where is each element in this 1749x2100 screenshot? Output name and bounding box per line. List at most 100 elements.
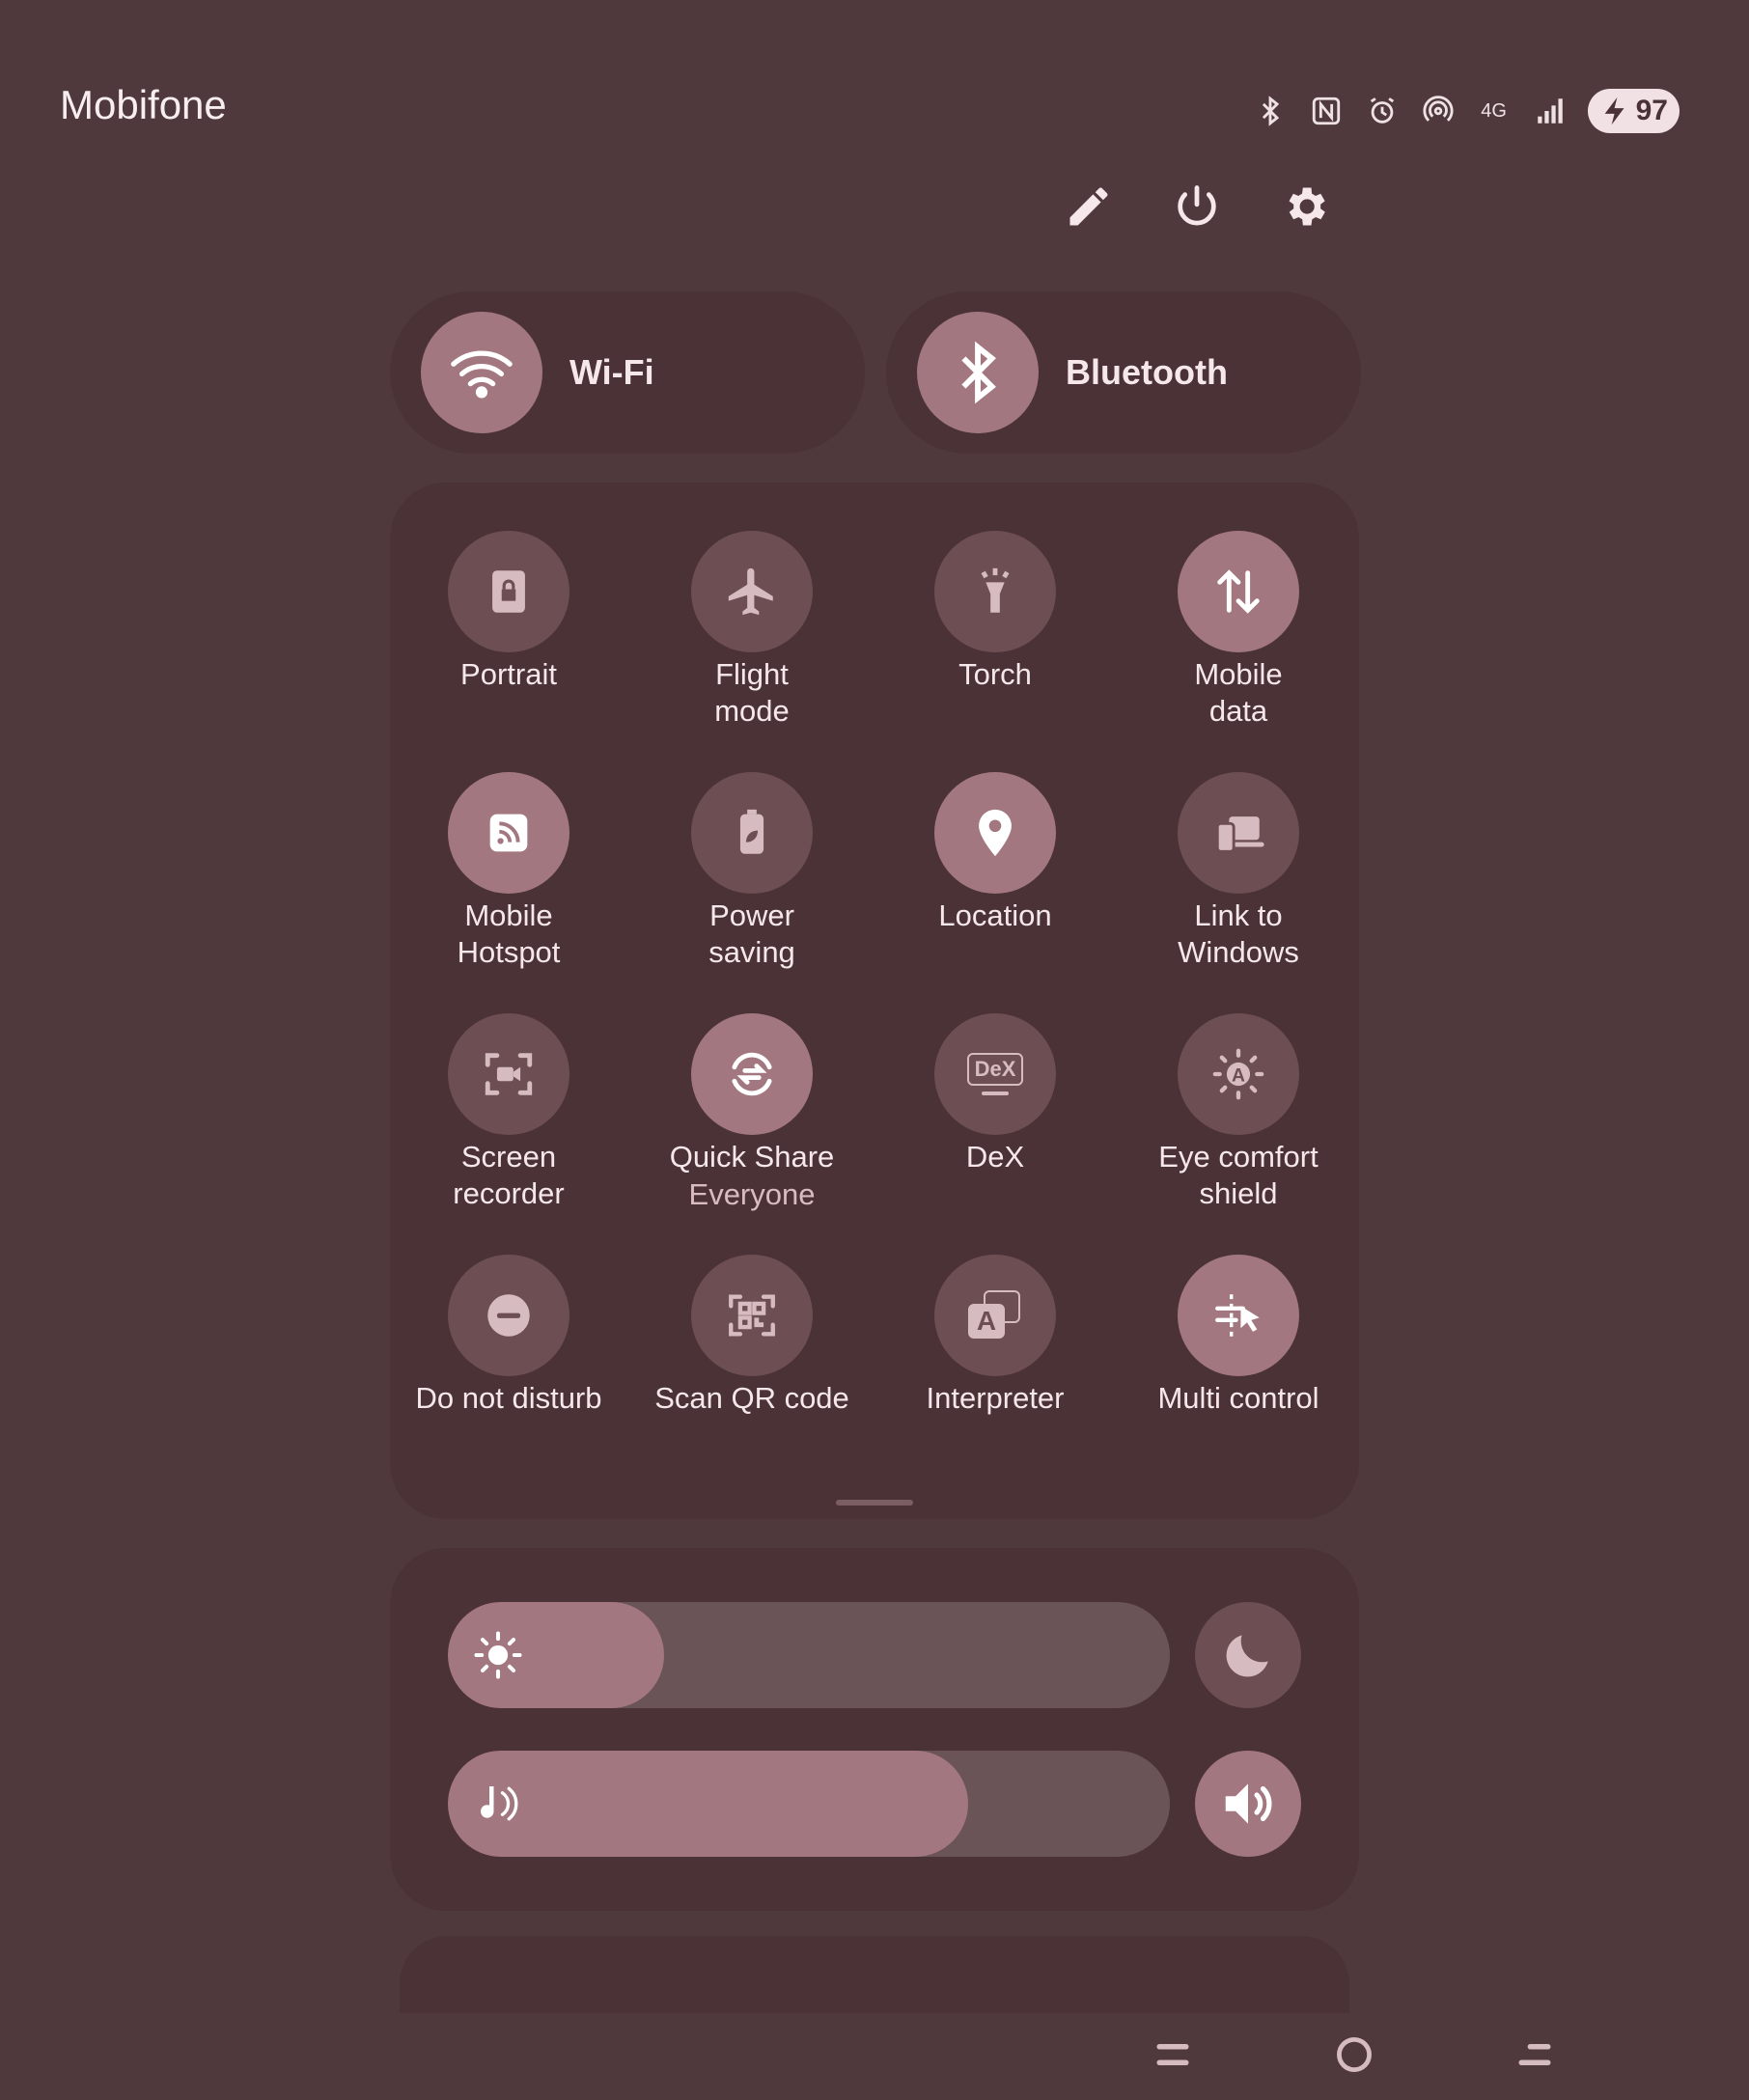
quick-share-sublabel: Everyone — [688, 1177, 816, 1211]
interpreter-tile[interactable]: A Interpreter — [874, 1255, 1117, 1417]
airplane-icon — [691, 531, 813, 652]
torch-icon — [934, 531, 1056, 652]
dex-tile[interactable]: DeX DeX — [874, 1013, 1117, 1175]
wifi-toggle[interactable]: Wi-Fi — [390, 291, 865, 454]
night-mode-button[interactable] — [1195, 1602, 1301, 1708]
flight-mode-label-1: Flight — [715, 657, 789, 691]
screen-recorder-label-2: recorder — [453, 1176, 565, 1210]
interpreter-icon: A — [934, 1255, 1056, 1376]
top-actions — [1054, 172, 1340, 241]
network-4g-icon: 4G — [1481, 100, 1507, 122]
hide-panel-button[interactable] — [1117, 2009, 1229, 2100]
multi-control-label: Multi control — [1157, 1381, 1319, 1415]
torch-label: Torch — [958, 657, 1032, 691]
signal-icon[interactable] — [1532, 93, 1569, 129]
power-saving-icon — [691, 772, 813, 894]
link-to-windows-label-1: Link to — [1194, 898, 1283, 932]
home-button[interactable] — [1298, 2009, 1410, 2100]
speaker-icon — [1225, 1783, 1272, 1824]
mobile-hotspot-tile[interactable]: Mobile Hotspot — [387, 772, 630, 971]
mobile-data-icon — [1178, 531, 1299, 652]
keyboard-toggle-button[interactable] — [1479, 2009, 1591, 2100]
do-not-disturb-icon — [448, 1255, 569, 1376]
navigation-bar — [0, 1988, 1749, 2100]
power-button[interactable] — [1162, 172, 1232, 241]
alarm-icon[interactable] — [1364, 93, 1401, 129]
expand-handle[interactable] — [836, 1500, 913, 1506]
multi-control-icon — [1178, 1255, 1299, 1376]
mobile-data-label-1: Mobile — [1194, 657, 1283, 691]
interpreter-label: Interpreter — [926, 1381, 1065, 1415]
settings-icon — [1289, 187, 1325, 226]
battery-level: 97 — [1635, 95, 1668, 126]
screen-recorder-icon — [448, 1013, 569, 1135]
eye-comfort-label-2: shield — [1199, 1176, 1278, 1210]
keyboard-toggle-icon — [1518, 2044, 1551, 2065]
dex-icon-text: DeX — [966, 1053, 1024, 1086]
brightness-slider[interactable] — [448, 1602, 1170, 1708]
wifi-label: Wi-Fi — [569, 352, 654, 392]
hide-icon — [1156, 2044, 1189, 2065]
carrier-name: Mobifone — [60, 82, 227, 127]
scan-qr-tile[interactable]: Scan QR code — [630, 1255, 874, 1417]
location-tile[interactable]: Location — [874, 772, 1117, 934]
bluetooth-label: Bluetooth — [1066, 352, 1228, 392]
sliders-panel — [390, 1548, 1359, 1911]
flight-mode-tile[interactable]: Flight mode — [630, 531, 874, 730]
qr-code-icon — [691, 1255, 813, 1376]
link-to-windows-icon — [1178, 772, 1299, 894]
scan-qr-label: Scan QR code — [654, 1381, 849, 1415]
quick-share-icon — [691, 1013, 813, 1135]
do-not-disturb-tile[interactable]: Do not disturb — [387, 1255, 630, 1417]
do-not-disturb-label: Do not disturb — [415, 1381, 602, 1415]
location-label: Location — [938, 898, 1052, 932]
portrait-label: Portrait — [460, 657, 557, 691]
status-icons: 4G 97 — [1252, 89, 1680, 133]
link-to-windows-label-2: Windows — [1178, 935, 1299, 969]
battery-indicator[interactable]: 97 — [1587, 89, 1680, 133]
power-icon — [1178, 185, 1216, 226]
settings-button[interactable] — [1270, 172, 1340, 241]
flight-mode-label-2: mode — [714, 694, 790, 728]
eye-comfort-tile[interactable]: A Eye comfort shield — [1117, 1013, 1360, 1212]
hotspot-icon[interactable] — [1420, 93, 1457, 129]
charging-icon — [1604, 97, 1624, 125]
moon-icon — [1226, 1635, 1268, 1677]
quick-share-tile[interactable]: Quick Share Everyone — [630, 1013, 874, 1214]
brightness-icon[interactable] — [469, 1626, 527, 1684]
home-circle-icon — [1337, 2037, 1372, 2072]
multi-control-tile[interactable]: Multi control — [1117, 1255, 1360, 1417]
wifi-icon — [421, 312, 542, 433]
bluetooth-toggle[interactable]: Bluetooth — [886, 291, 1361, 454]
edit-button[interactable] — [1054, 172, 1124, 241]
nfc-icon[interactable] — [1308, 93, 1345, 129]
mobile-data-tile[interactable]: Mobile data — [1117, 531, 1360, 730]
dex-icon: DeX — [934, 1013, 1056, 1135]
sound-mode-button[interactable] — [1195, 1751, 1301, 1857]
bluetooth-icon[interactable] — [1252, 93, 1289, 129]
interpreter-icon-text: A — [968, 1304, 1005, 1339]
bluetooth-icon — [917, 312, 1039, 433]
mobile-hotspot-label-2: Hotspot — [457, 935, 561, 969]
pencil-icon — [1069, 187, 1108, 226]
eye-comfort-label-1: Eye comfort — [1158, 1140, 1319, 1174]
screen-recorder-label-1: Screen — [460, 1140, 557, 1174]
power-saving-tile[interactable]: Power saving — [630, 772, 874, 971]
dex-label: DeX — [965, 1140, 1025, 1174]
svg-text:A: A — [1232, 1065, 1245, 1086]
link-to-windows-tile[interactable]: Link to Windows — [1117, 772, 1360, 971]
location-pin-icon — [934, 772, 1056, 894]
media-volume-slider[interactable] — [448, 1751, 1170, 1857]
quick-share-label: Quick Share — [669, 1140, 835, 1174]
power-saving-label-1: Power — [709, 898, 794, 932]
music-note-icon[interactable] — [469, 1775, 527, 1833]
power-saving-label-2: saving — [708, 935, 795, 969]
dex-stand — [981, 1091, 1009, 1095]
screen-recorder-tile[interactable]: Screen recorder — [387, 1013, 630, 1212]
mobile-data-label-2: data — [1208, 694, 1268, 728]
portrait-tile[interactable]: Portrait — [387, 531, 630, 693]
torch-tile[interactable]: Torch — [874, 531, 1117, 693]
portrait-lock-icon — [448, 531, 569, 652]
hotspot-icon — [448, 772, 569, 894]
mobile-hotspot-label-1: Mobile — [464, 898, 553, 932]
